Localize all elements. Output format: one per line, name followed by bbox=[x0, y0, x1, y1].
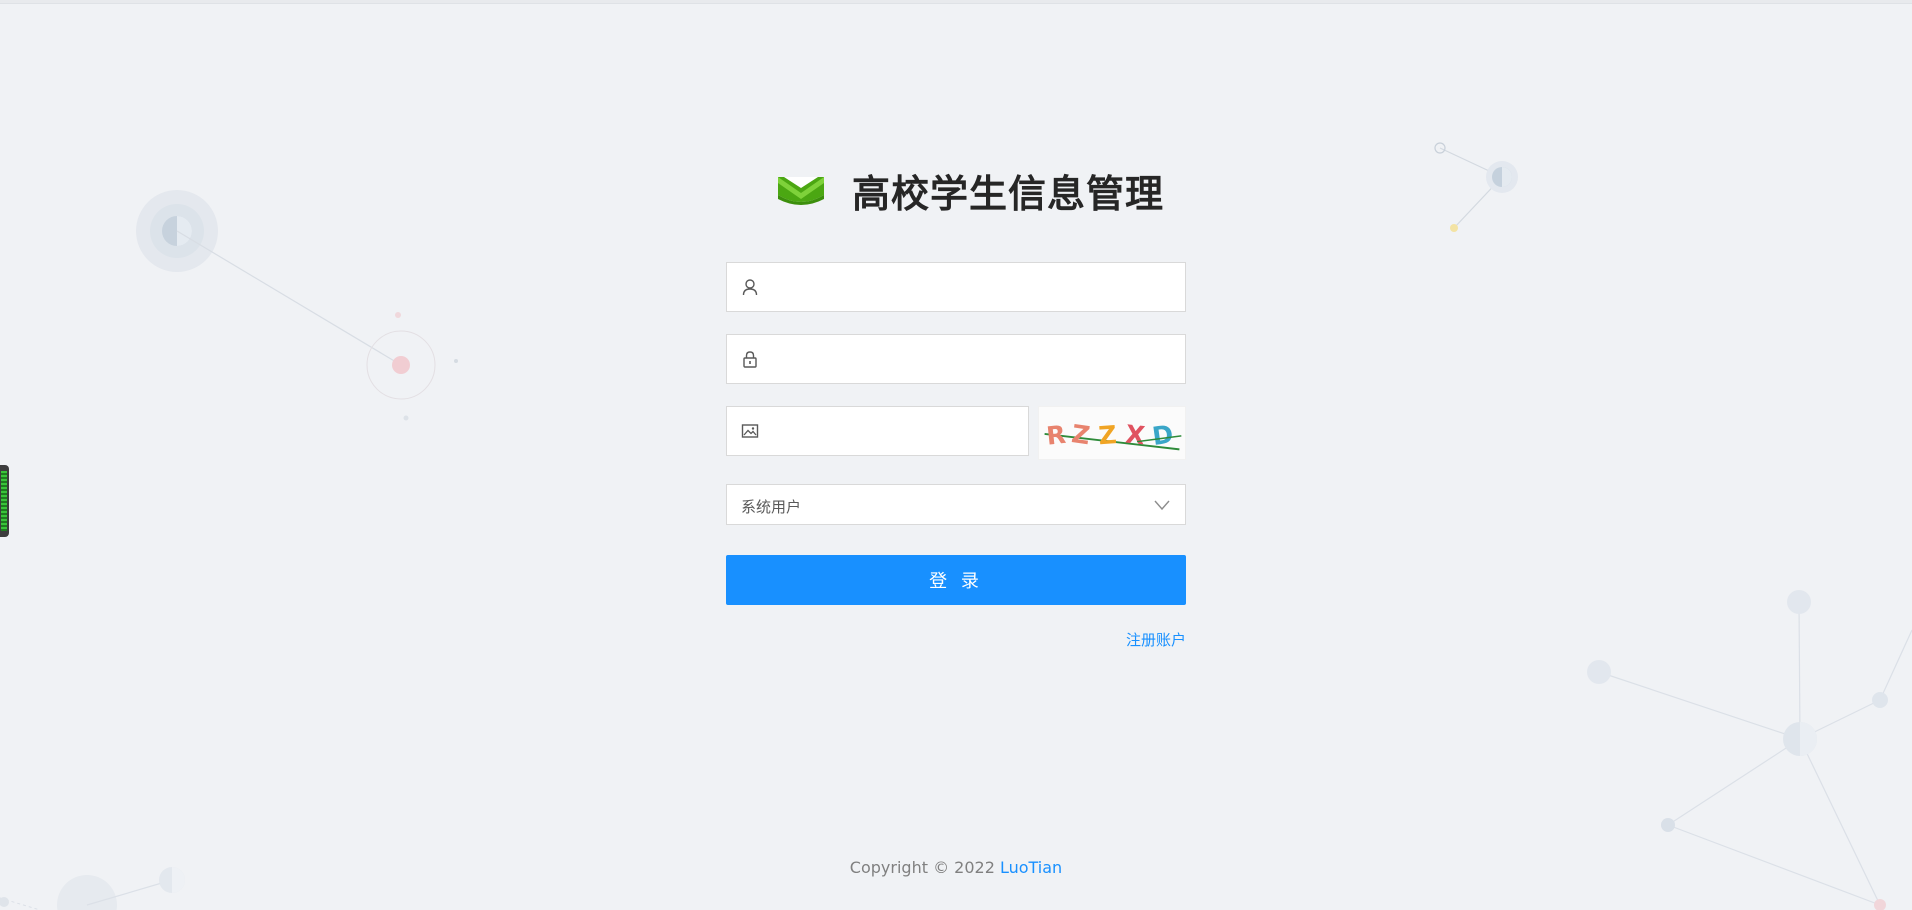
lock-icon bbox=[743, 351, 757, 368]
svg-text:Z: Z bbox=[1070, 419, 1092, 450]
green-envelope-logo-icon bbox=[778, 177, 824, 205]
footer: Copyright © 2022 LuoTian bbox=[0, 858, 1912, 877]
site-title: 高校学生信息管理 bbox=[852, 171, 1165, 216]
widget-level-bars bbox=[1, 471, 7, 531]
copyright-text: Copyright © 2022 bbox=[849, 858, 1000, 877]
login-page: 高校学生信息管理 R Z Z X D 系统用户 登 录 注册账户 Copyrig… bbox=[0, 0, 1912, 910]
user-icon bbox=[742, 279, 758, 296]
captcha-image[interactable]: R Z Z X D bbox=[1038, 406, 1186, 460]
login-header: 高校学生信息管理 bbox=[776, 162, 1164, 218]
user-type-selected: 系统用户 bbox=[741, 498, 802, 516]
user-type-select[interactable]: 系统用户 bbox=[726, 484, 1186, 525]
side-floating-widget[interactable] bbox=[0, 465, 9, 537]
svg-text:Z: Z bbox=[1097, 420, 1117, 450]
login-button[interactable]: 登 录 bbox=[726, 555, 1186, 605]
password-input[interactable] bbox=[773, 335, 1179, 385]
chevron-down-icon bbox=[1154, 500, 1170, 511]
register-link[interactable]: 注册账户 bbox=[726, 629, 1186, 650]
captcha-input[interactable] bbox=[773, 407, 1022, 457]
login-form: R Z Z X D 系统用户 登 录 注册账户 bbox=[726, 262, 1186, 650]
author-link[interactable]: LuoTian bbox=[1000, 858, 1062, 877]
password-field bbox=[726, 334, 1186, 385]
svg-text:D: D bbox=[1150, 419, 1175, 451]
captcha-field bbox=[726, 406, 1029, 457]
svg-text:X: X bbox=[1124, 419, 1146, 450]
username-field bbox=[726, 262, 1186, 313]
svg-text:R: R bbox=[1045, 420, 1067, 451]
captcha-row: R Z Z X D bbox=[726, 406, 1186, 460]
image-icon bbox=[741, 424, 759, 438]
username-input[interactable] bbox=[773, 263, 1179, 313]
